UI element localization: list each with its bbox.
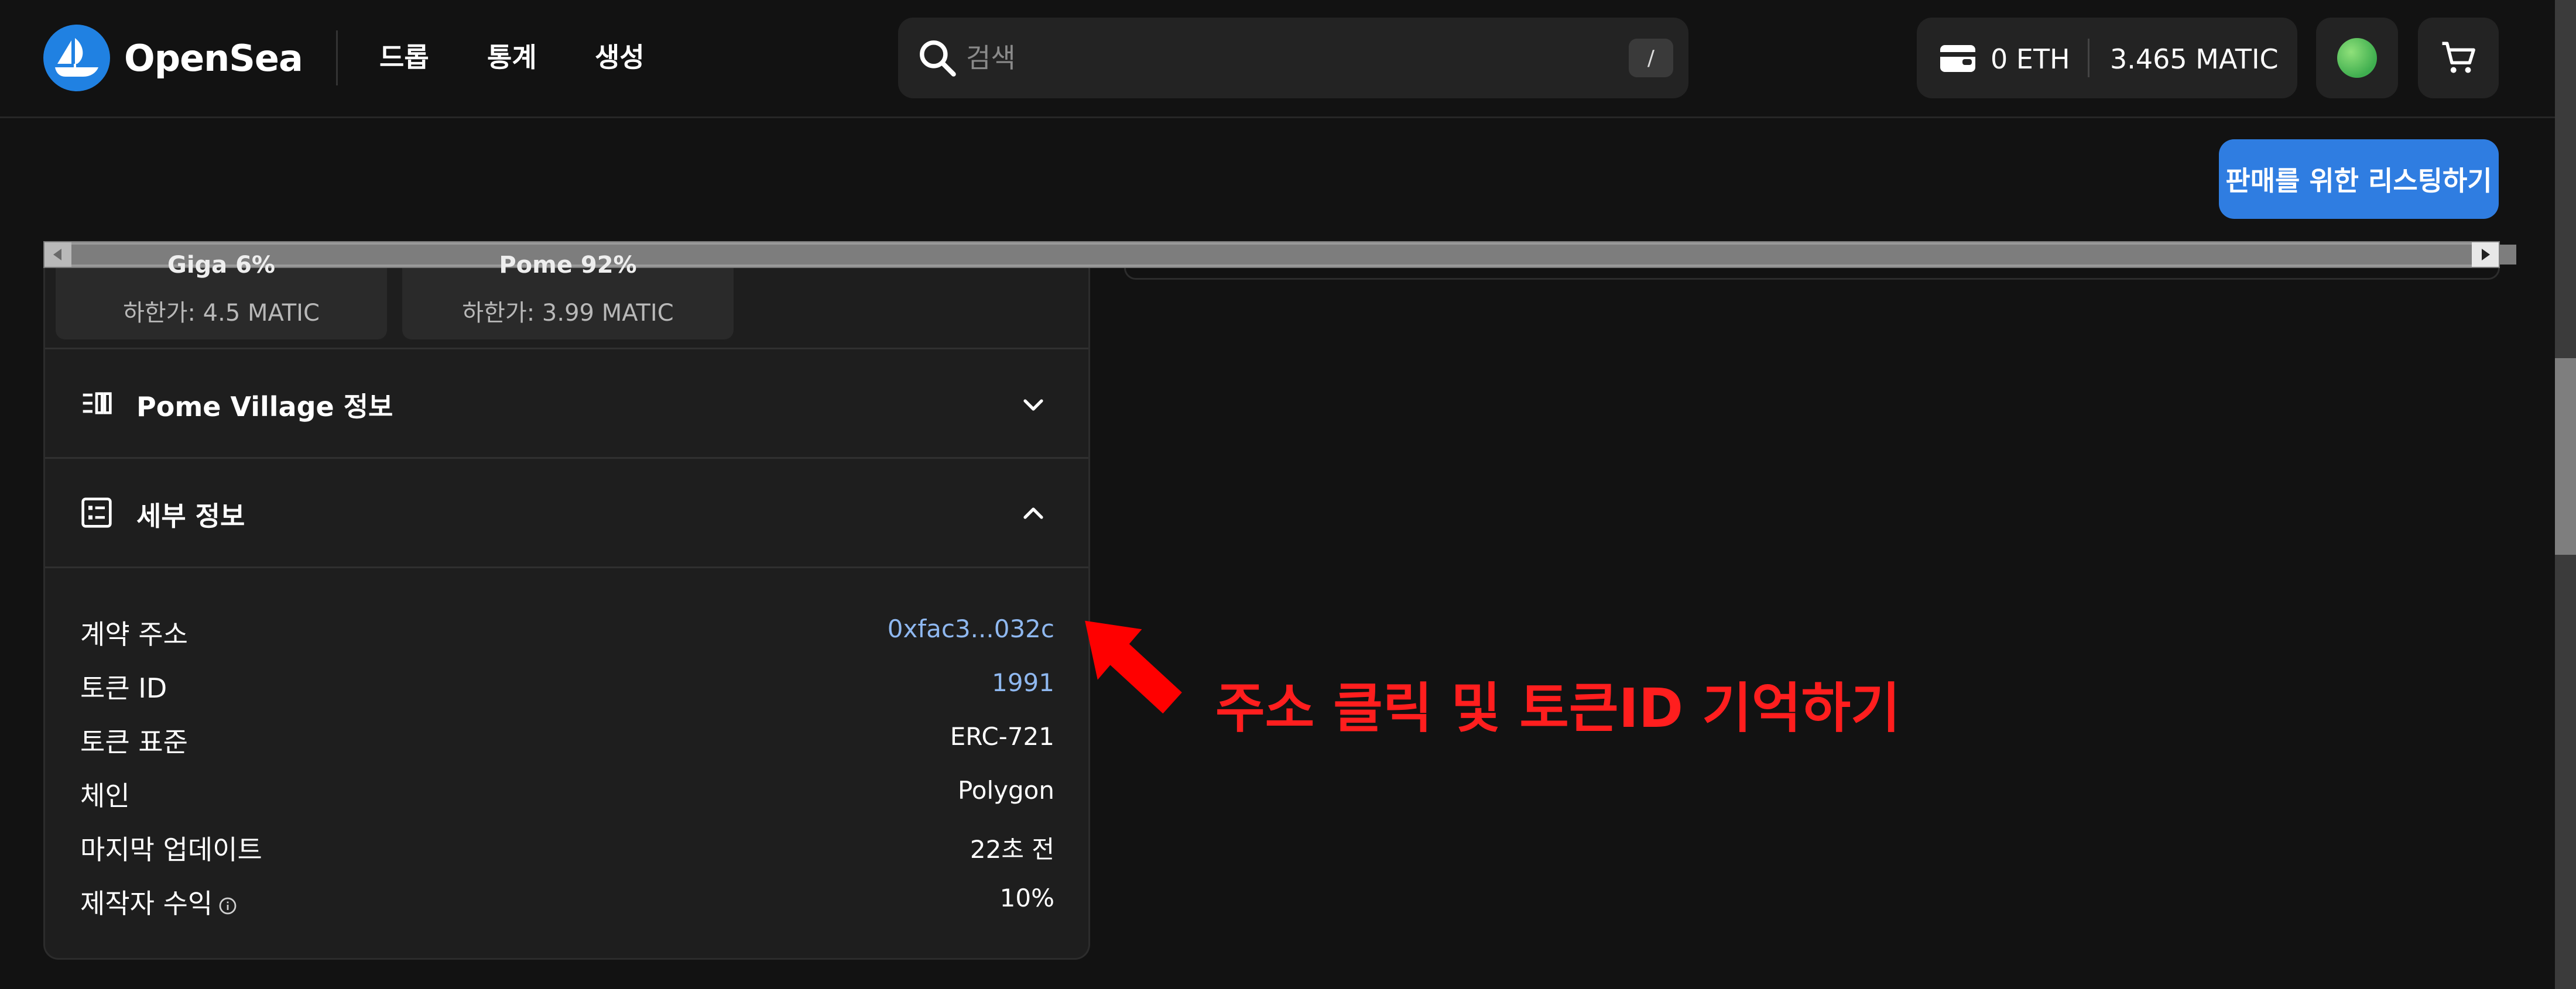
search-icon [920,40,956,77]
list-for-sale-button[interactable]: 판매를 위한 리스팅하기 [2219,139,2499,219]
collection-info-icon [83,392,112,414]
profile-button[interactable] [2316,18,2398,98]
cart-icon [2442,42,2475,73]
details-accordion[interactable]: 세부 정보 [45,459,1088,566]
search-bar[interactable]: / [898,18,1688,98]
search-shortcut-key: / [1629,39,1673,77]
scroll-right-arrow-icon[interactable] [2472,242,2499,267]
chevron-down-icon [1023,399,1043,411]
nav-create[interactable]: 생성 [595,36,645,75]
detail-label: 체인 [80,780,130,812]
detail-row-contract-address: 계약 주소 0xfac3...032c [80,607,1054,654]
about-collection-accordion[interactable]: Pome Village 정보 [45,349,1088,457]
header-divider [336,30,338,85]
trait-name-cutoff: Giga 6% [167,252,275,279]
trait-card[interactable]: Pome 92% 하한가: 3.99 MATIC [402,252,734,339]
eth-balance: 0 ETH [1991,43,2070,75]
trait-floor-price: 하한가: 4.5 MATIC [123,300,320,327]
contract-address-link[interactable]: 0xfac3...032c [888,614,1054,643]
vertical-scrollbar[interactable] [2555,0,2576,989]
detail-label: 계약 주소 [80,619,188,650]
details-title: 세부 정보 [136,500,245,532]
detail-label: 마지막 업데이트 [80,834,262,866]
brand-name: OpenSea [124,36,303,80]
chevron-up-icon [1023,507,1043,519]
token-standard-value: ERC-721 [950,722,1054,751]
vertical-scroll-thumb[interactable] [2555,358,2576,555]
opensea-logo[interactable]: OpenSea [43,23,303,92]
details-list-icon [81,497,112,528]
detail-row-chain: 체인 Polygon [80,769,1054,816]
nav-stats[interactable]: 통계 [487,36,537,75]
info-icon[interactable] [218,897,237,915]
last-updated-value: 22초 전 [970,835,1054,864]
detail-label: 토큰 표준 [80,726,188,758]
annotation-text: 주소 클릭 및 토큰ID 기억하기 [1215,677,1900,740]
matic-balance: 3.465 MATIC [2110,43,2279,75]
about-collection-title: Pome Village 정보 [136,391,393,423]
red-arrow-icon [1085,620,1182,714]
trait-floor-price: 하한가: 3.99 MATIC [462,300,674,327]
detail-row-creator-earnings: 제작자 수익 10% [80,877,1054,923]
section-divider [45,566,1088,568]
trait-name-cutoff: Pome 92% [499,252,637,279]
top-navigation-bar: OpenSea 드롭 통계 생성 / 0 ETH 3.465 MATIC [0,0,2555,118]
creator-earnings-value: 10% [999,884,1054,912]
creator-earnings-label: 제작자 수익 [80,888,213,919]
nav-drops[interactable]: 드롭 [379,36,429,75]
token-id-link[interactable]: 1991 [992,668,1054,697]
wallet-balance-button[interactable]: 0 ETH 3.465 MATIC [1917,18,2297,98]
wallet-icon [1940,45,1975,72]
right-content-panel [1124,268,2500,280]
detail-row-token-standard: 토큰 표준 ERC-721 [80,715,1054,762]
chain-value: Polygon [957,776,1054,805]
item-info-panel: Giga 6% 하한가: 4.5 MATIC Pome 92% 하한가: 3.9… [43,252,1090,960]
avatar [2337,38,2377,78]
trait-card[interactable]: Giga 6% 하한가: 4.5 MATIC [56,252,387,339]
detail-label: 제작자 수익 [80,882,237,921]
detail-label: 토큰 ID [80,672,167,704]
search-input[interactable] [966,32,1551,84]
detail-row-last-updated: 마지막 업데이트 22초 전 [80,823,1054,870]
wallet-divider [2088,39,2089,77]
detail-row-token-id: 토큰 ID 1991 [80,661,1054,708]
cart-button[interactable] [2418,18,2499,98]
opensea-logo-icon [43,25,110,91]
